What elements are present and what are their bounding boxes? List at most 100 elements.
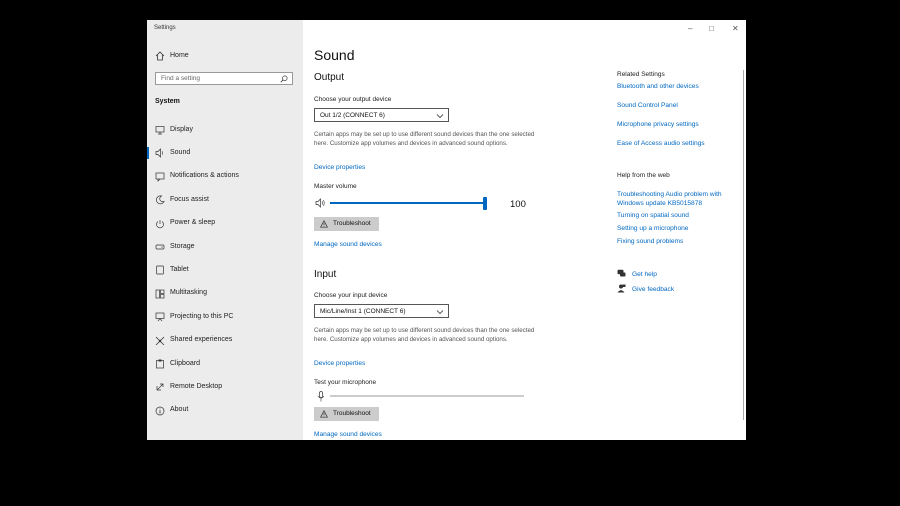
microphone-level-meter xyxy=(330,395,524,397)
ease-of-access-audio-link[interactable]: Ease of Access audio settings xyxy=(617,140,705,147)
test-microphone-label: Test your microphone xyxy=(314,379,377,386)
sidebar-item-remote-desktop[interactable]: Remote Desktop xyxy=(147,377,303,397)
sidebar-item-label: Tablet xyxy=(170,265,189,273)
search-placeholder: Find a setting xyxy=(161,75,201,82)
search-icon xyxy=(280,75,288,83)
microphone-icon xyxy=(317,391,325,402)
output-troubleshoot-label: Troubleshoot xyxy=(333,220,371,227)
sidebar-item-sound[interactable]: Sound xyxy=(147,143,303,163)
sound-control-panel-link[interactable]: Sound Control Panel xyxy=(617,102,678,109)
sidebar-item-home[interactable]: Home xyxy=(147,46,303,66)
storage-icon xyxy=(155,244,165,250)
page-title: Sound xyxy=(314,47,355,63)
moon-icon xyxy=(156,195,165,205)
output-description: Certain apps may be set up to use differ… xyxy=(314,131,535,148)
sidebar-item-label: Sound xyxy=(170,148,191,156)
sidebar-item-power-sleep[interactable]: Power & sleep xyxy=(147,214,303,234)
sidebar-item-storage[interactable]: Storage xyxy=(147,237,303,257)
sidebar-item-label: Power & sleep xyxy=(170,219,216,227)
maximize-button[interactable]: □ xyxy=(709,24,714,33)
output-device-properties-link[interactable]: Device properties xyxy=(314,164,365,171)
projecting-icon xyxy=(155,312,165,322)
volume-icon[interactable] xyxy=(315,198,326,208)
input-troubleshoot-button[interactable]: Troubleshoot xyxy=(314,407,379,421)
sidebar-item-label: Focus assist xyxy=(170,195,209,203)
input-description: Certain apps may be set up to use differ… xyxy=(314,327,535,344)
main-content: Sound Output Choose your output device O… xyxy=(303,20,746,440)
power-icon xyxy=(156,219,164,228)
master-volume-label: Master volume xyxy=(314,183,357,190)
output-heading: Output xyxy=(314,72,345,83)
sidebar-item-notifications-actions[interactable]: Notifications & actions xyxy=(147,167,303,187)
help-from-web-heading: Help from the web xyxy=(617,172,670,179)
warning-icon xyxy=(320,410,328,418)
input-manage-devices-link[interactable]: Manage sound devices xyxy=(314,431,382,438)
get-help-link[interactable]: Get help xyxy=(632,271,657,278)
chevron-down-icon xyxy=(436,310,444,315)
input-device-value: Mic/Line/Inst 1 (CONNECT 6) xyxy=(320,307,406,315)
notification-icon xyxy=(155,172,165,182)
sidebar-item-label: Multitasking xyxy=(170,289,207,297)
output-troubleshoot-button[interactable]: Troubleshoot xyxy=(314,217,379,231)
volume-value: 100 xyxy=(510,199,526,210)
warning-icon xyxy=(320,220,328,228)
home-label: Home xyxy=(170,51,189,59)
sidebar-item-clipboard[interactable]: Clipboard xyxy=(147,354,303,374)
sidebar-item-shared-experiences[interactable]: Shared experiences xyxy=(147,331,303,351)
multitasking-icon xyxy=(155,289,165,299)
sidebar-item-label: Display xyxy=(170,125,193,133)
sidebar-item-about[interactable]: About xyxy=(147,401,303,421)
volume-fill xyxy=(330,202,485,204)
info-icon xyxy=(155,406,165,416)
active-indicator xyxy=(147,147,149,160)
output-device-label: Choose your output device xyxy=(314,96,392,103)
sidebar-item-label: Clipboard xyxy=(170,359,200,367)
chevron-down-icon xyxy=(436,114,444,119)
window-title: Settings xyxy=(154,25,176,31)
spatial-sound-link[interactable]: Turning on spatial sound xyxy=(617,212,689,219)
setting-up-microphone-link[interactable]: Setting up a microphone xyxy=(617,225,688,232)
input-device-label: Choose your input device xyxy=(314,292,388,299)
shared-icon xyxy=(155,336,165,345)
home-icon xyxy=(155,51,165,61)
remote-icon xyxy=(156,384,164,391)
input-troubleshoot-label: Troubleshoot xyxy=(333,410,371,417)
output-device-dropdown[interactable]: Out 1/2 (CONNECT 6) xyxy=(314,108,449,122)
speaker-icon xyxy=(155,148,163,159)
search-input[interactable]: Find a setting xyxy=(155,72,293,85)
feedback-icon xyxy=(617,284,626,293)
troubleshooting-audio-link[interactable]: Troubleshooting Audio problem with Windo… xyxy=(617,190,735,208)
tablet-icon xyxy=(156,266,164,275)
microphone-privacy-link[interactable]: Microphone privacy settings xyxy=(617,121,699,128)
sidebar-item-label: About xyxy=(170,406,189,414)
input-device-properties-link[interactable]: Device properties xyxy=(314,360,365,367)
sidebar-item-label: Shared experiences xyxy=(170,336,233,344)
sidebar-item-label: Projecting to this PC xyxy=(170,312,234,320)
output-manage-devices-link[interactable]: Manage sound devices xyxy=(314,241,382,248)
scrollbar[interactable] xyxy=(743,70,744,420)
sidebar-item-label: Storage xyxy=(170,242,195,250)
fixing-sound-problems-link[interactable]: Fixing sound problems xyxy=(617,238,683,245)
sidebar-item-tablet[interactable]: Tablet xyxy=(147,260,303,280)
get-help-icon xyxy=(617,269,626,277)
section-heading-system: System xyxy=(155,98,180,105)
sidebar-item-display[interactable]: Display xyxy=(147,120,303,140)
volume-thumb[interactable] xyxy=(483,196,487,210)
input-heading: Input xyxy=(314,269,337,280)
output-device-value: Out 1/2 (CONNECT 6) xyxy=(320,111,385,119)
monitor-icon xyxy=(155,126,165,135)
sidebar-item-label: Notifications & actions xyxy=(170,172,239,180)
give-feedback-link[interactable]: Give feedback xyxy=(632,286,674,293)
input-device-dropdown[interactable]: Mic/Line/Inst 1 (CONNECT 6) xyxy=(314,304,449,318)
sidebar: Settings Home Find a setting System Disp… xyxy=(147,20,303,440)
bluetooth-devices-link[interactable]: Bluetooth and other devices xyxy=(617,83,699,90)
minimize-button[interactable]: – xyxy=(688,24,692,33)
sidebar-item-label: Remote Desktop xyxy=(170,382,223,390)
sidebar-item-multitasking[interactable]: Multitasking xyxy=(147,284,303,304)
close-button[interactable]: ✕ xyxy=(732,24,739,33)
sidebar-item-projecting-to-this-pc[interactable]: Projecting to this PC xyxy=(147,307,303,327)
related-settings-heading: Related Settings xyxy=(617,71,665,78)
clipboard-icon xyxy=(156,359,164,369)
sidebar-item-focus-assist[interactable]: Focus assist xyxy=(147,190,303,210)
settings-window: Settings Home Find a setting System Disp… xyxy=(147,20,746,440)
